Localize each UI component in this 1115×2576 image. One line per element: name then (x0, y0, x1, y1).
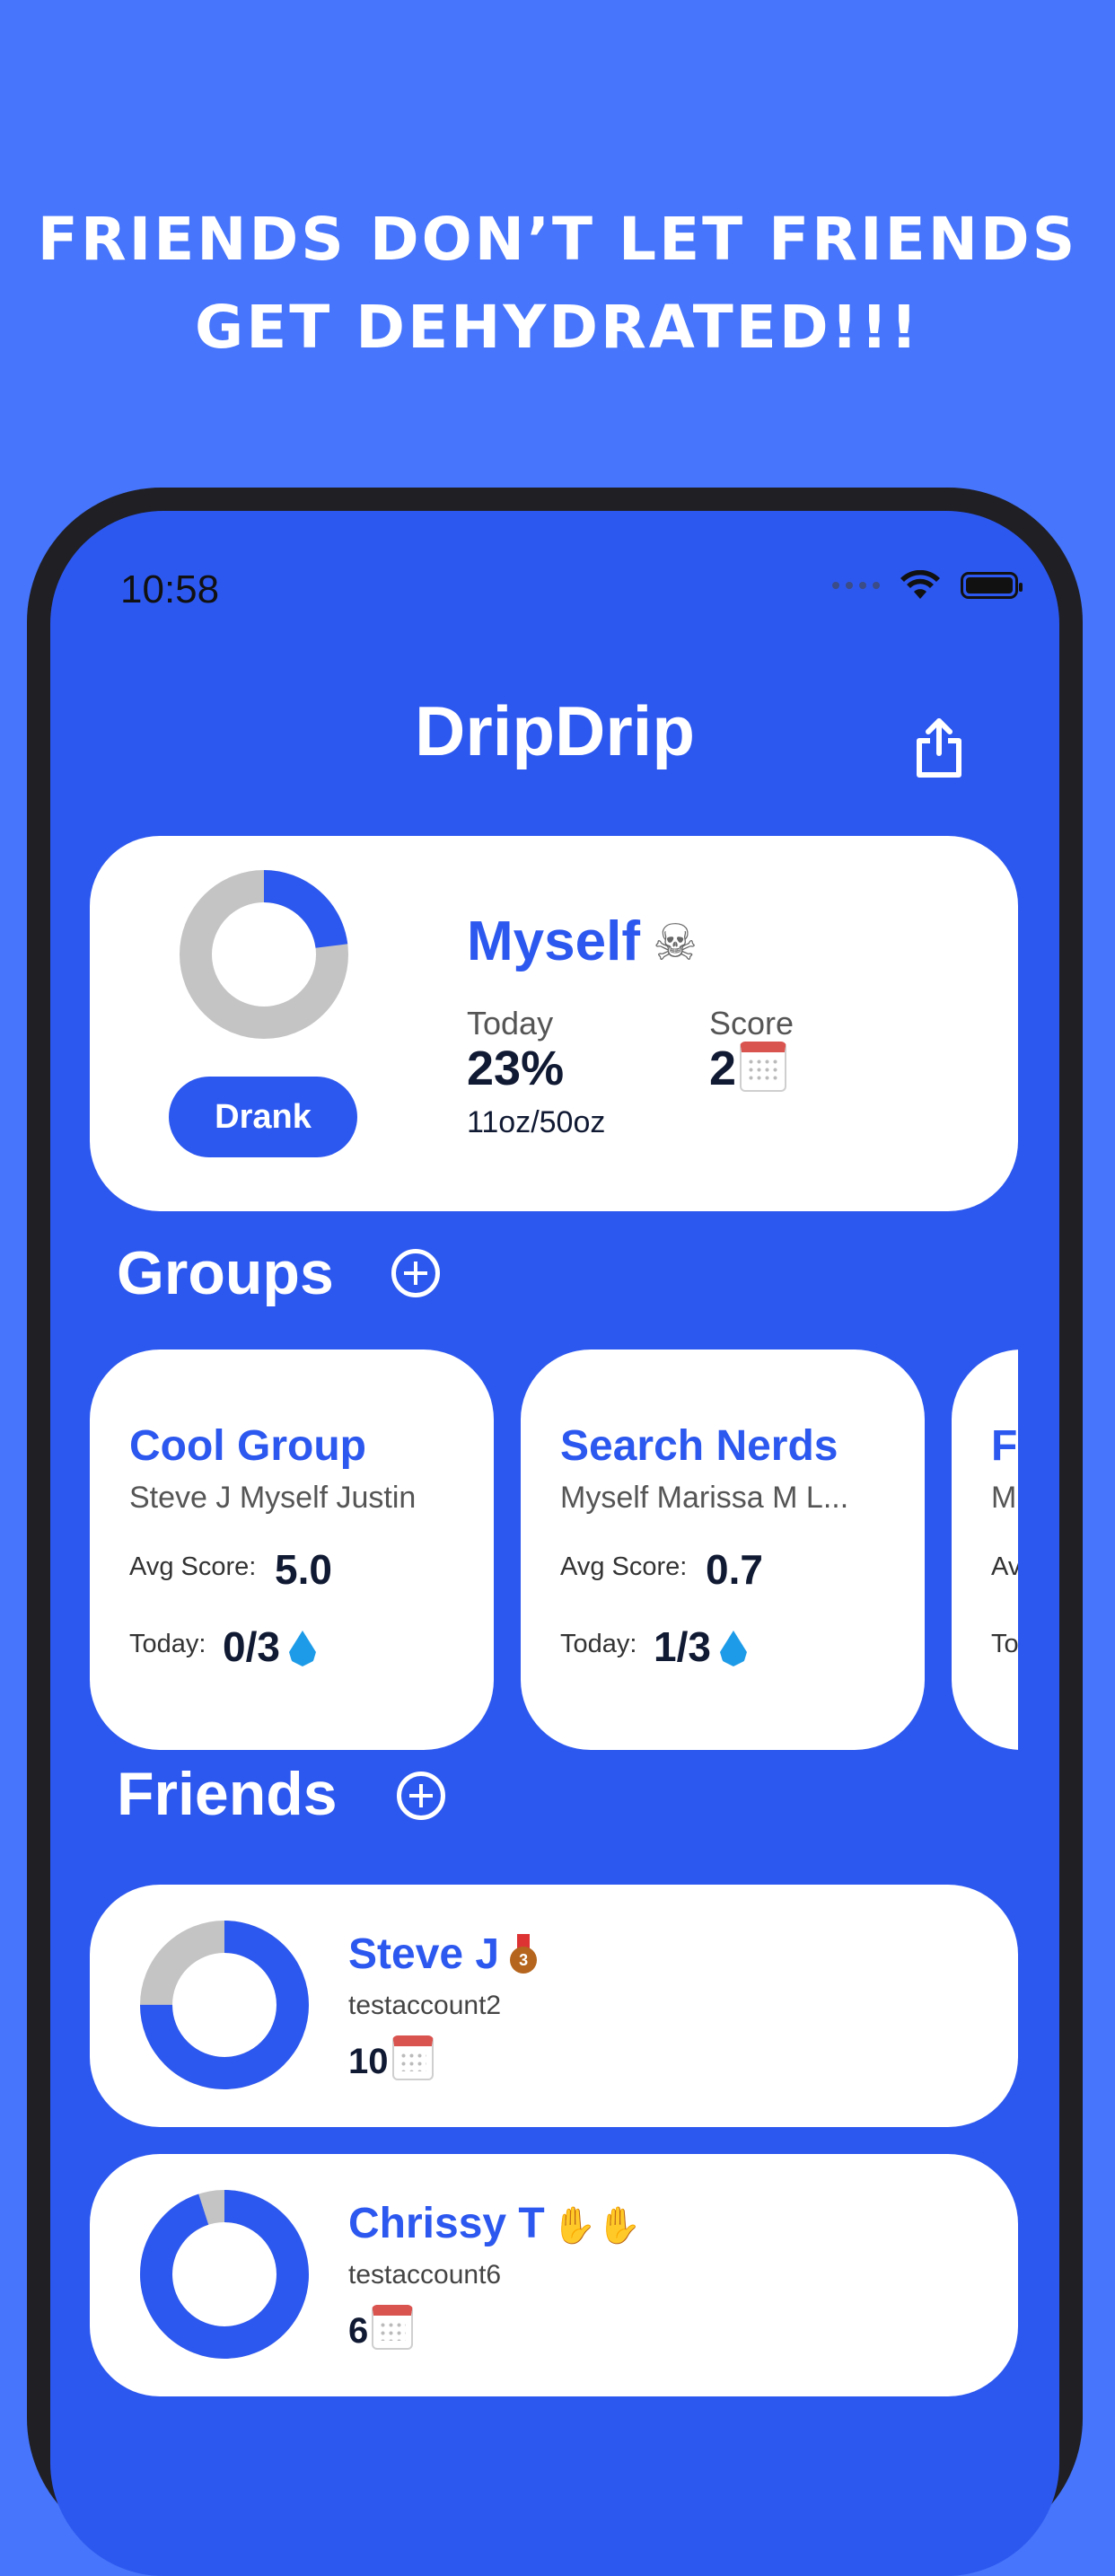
friend-card[interactable]: Chrissy T ✋✋ testaccount6 6 (90, 2154, 1018, 2396)
friend-username: testaccount6 (348, 2260, 502, 2290)
friend-name: Chrissy T ✋✋ (348, 2199, 641, 2248)
group-members: Myself Marissa M L... (560, 1481, 849, 1515)
score-value: 2 (709, 1041, 787, 1096)
group-today-label: To (991, 1630, 1018, 1658)
my-name: Myself ☠ (467, 910, 698, 973)
status-icons (832, 570, 1023, 601)
group-today-value: 0/3 (223, 1622, 316, 1671)
group-today-count: 1/3 (654, 1623, 711, 1670)
friend-name-label: Steve J (348, 1930, 500, 1978)
friend-score-number: 6 (348, 2311, 369, 2351)
calendar-icon (372, 2305, 414, 2350)
skull-icon: ☠ (652, 914, 698, 972)
water-drop-icon (719, 1631, 747, 1666)
avg-score-label: Avg Score: (129, 1552, 257, 1581)
app-title: DripDrip (415, 691, 695, 770)
friend-name-label: Chrissy T (348, 2200, 545, 2247)
my-progress-card: Drank Myself ☠ Today 23% 11oz/50oz Score … (90, 836, 1018, 1211)
group-today-label: Today: (129, 1630, 206, 1658)
group-today-count: 0/3 (223, 1623, 280, 1670)
group-name: F (991, 1422, 1018, 1470)
friend-score: 6 (348, 2305, 414, 2352)
marketing-headline: FRIENDS DON’T LET FRIENDS GET DEHYDRATED… (0, 196, 1115, 372)
avg-score-label: Avg Score: (560, 1552, 688, 1581)
group-card[interactable]: Search Nerds Myself Marissa M L... Avg S… (521, 1350, 925, 1750)
app-screen: 10:58 DripDrip Drank Myself ☠ Today 23% … (50, 511, 1059, 2576)
calendar-icon (391, 2035, 434, 2080)
groups-carousel[interactable]: Cool Group Steve J Myself Justin Avg Sco… (90, 1350, 1018, 1754)
clapping-hands-icon: ✋✋ (551, 2205, 642, 2246)
score-number: 2 (709, 1042, 737, 1095)
friend-score-number: 10 (348, 2042, 389, 2081)
share-icon[interactable] (912, 717, 966, 780)
today-label: Today (467, 1005, 554, 1042)
group-name: Cool Group (129, 1422, 366, 1470)
add-group-icon[interactable] (391, 1249, 440, 1297)
score-label: Score (709, 1005, 795, 1042)
avg-score-value: 0.7 (706, 1546, 763, 1593)
group-card[interactable]: Cool Group Steve J Myself Justin Avg Sco… (90, 1350, 494, 1750)
signal-icon (832, 582, 880, 589)
group-today-value: 1/3 (654, 1622, 747, 1671)
group-name: Search Nerds (560, 1422, 838, 1470)
status-time: 10:58 (120, 567, 220, 611)
groups-title: Groups (117, 1239, 334, 1307)
phone-frame: 10:58 DripDrip Drank Myself ☠ Today 23% … (27, 488, 1083, 2576)
friend-progress-ring (140, 2190, 309, 2359)
group-card[interactable]: F M Av To (952, 1350, 1018, 1750)
avg-score-value: 5.0 (275, 1546, 332, 1593)
friend-name: Steve J3 (348, 1930, 538, 1979)
group-members: M (991, 1481, 1017, 1515)
battery-icon (961, 572, 1023, 599)
headline-line-2: GET DEHYDRATED!!! (195, 293, 920, 362)
calendar-icon (740, 1042, 787, 1092)
friend-progress-ring (140, 1921, 309, 2089)
drank-button[interactable]: Drank (169, 1077, 357, 1157)
today-percent: 23% (467, 1042, 565, 1095)
headline-line-1: FRIENDS DON’T LET FRIENDS (37, 205, 1078, 274)
water-drop-icon (288, 1631, 316, 1666)
friend-card[interactable]: Steve J3 testaccount2 10 (90, 1885, 1018, 2127)
group-members: Steve J Myself Justin (129, 1481, 417, 1515)
friend-username: testaccount2 (348, 1991, 502, 2020)
friend-score: 10 (348, 2035, 434, 2082)
medal-icon: 3 (510, 1934, 538, 1974)
wifi-icon (900, 570, 940, 599)
my-name-label: Myself (467, 910, 640, 972)
add-friend-icon[interactable] (397, 1772, 445, 1820)
group-today-label: Today: (560, 1630, 637, 1658)
my-progress-ring (180, 870, 348, 1039)
avg-score-label: Av (991, 1552, 1018, 1581)
today-amount: 11oz/50oz (467, 1105, 606, 1139)
friends-title: Friends (117, 1760, 338, 1828)
